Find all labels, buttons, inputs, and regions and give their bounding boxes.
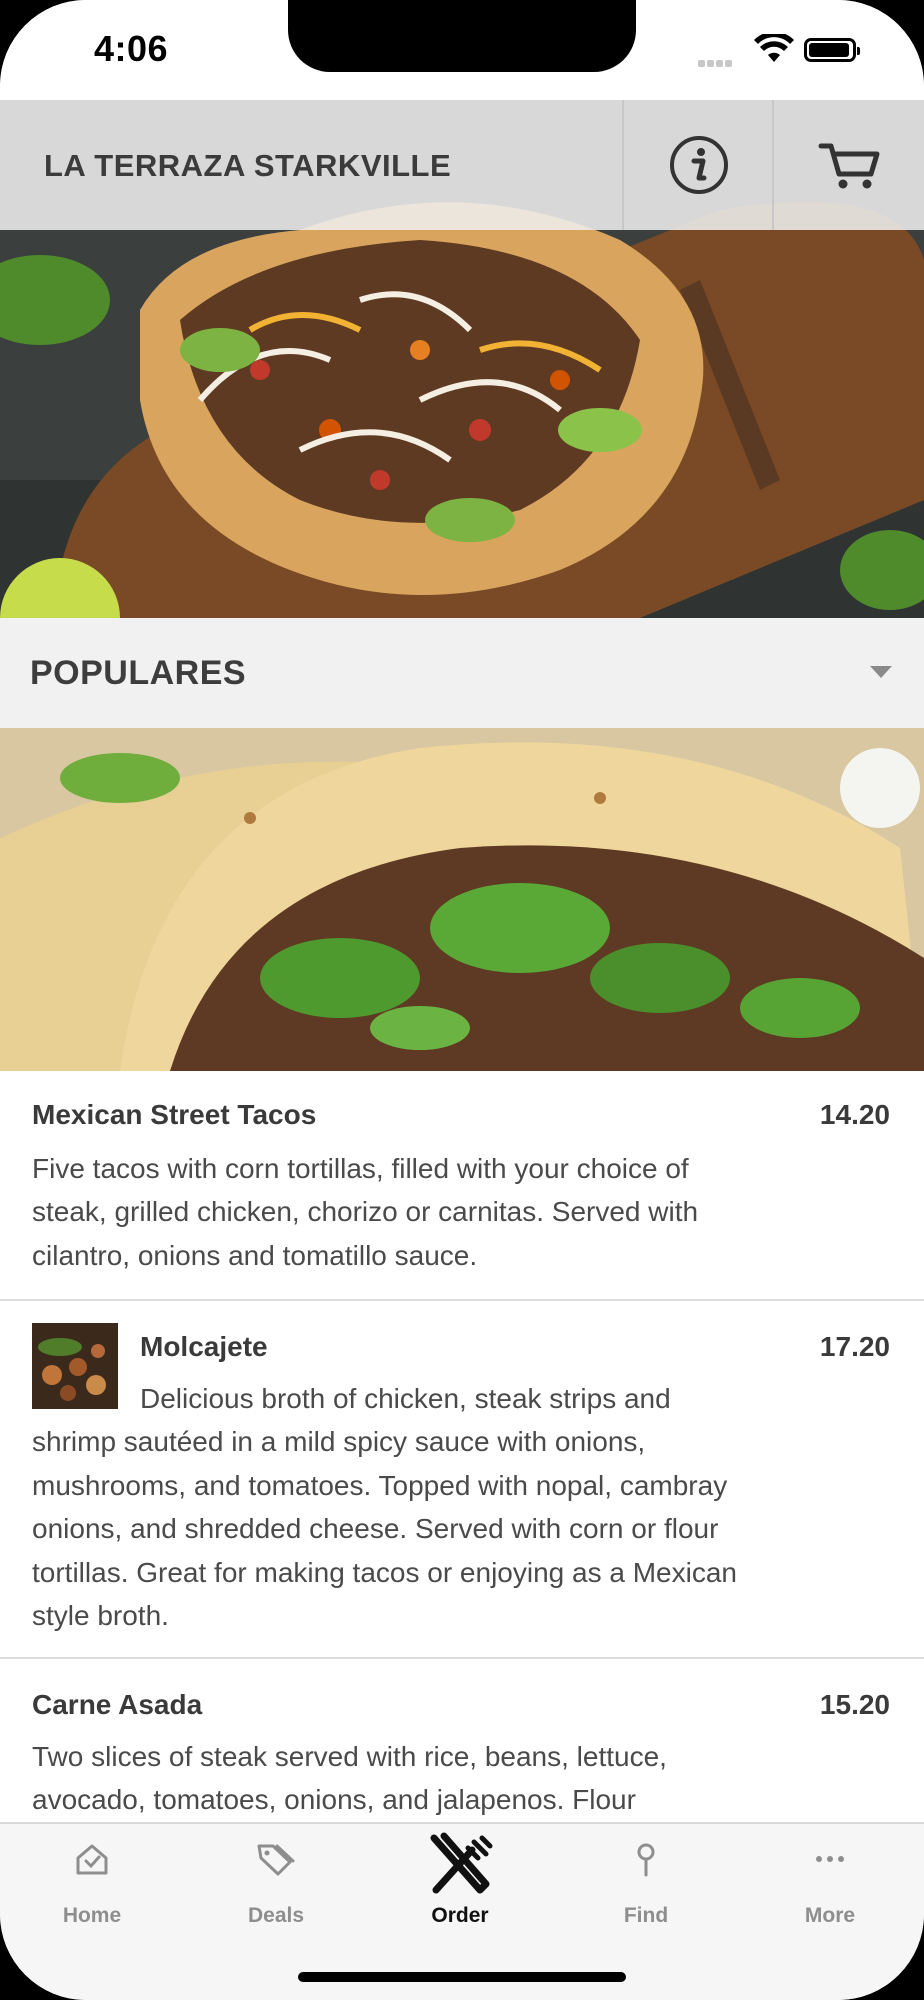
tab-label: More bbox=[804, 1904, 856, 1927]
map-pin-icon bbox=[637, 1843, 655, 1877]
battery-icon bbox=[804, 38, 860, 62]
wifi-icon bbox=[754, 34, 794, 62]
category-title: POPULARES bbox=[30, 654, 247, 692]
item-name: Mexican Street Tacos bbox=[32, 1099, 317, 1130]
tab-home[interactable]: Home bbox=[0, 1824, 184, 1934]
fork-knife-icon bbox=[430, 1832, 493, 1894]
app-screen: 4:06 LA TERRAZA STARKVILLE POPULARES Mex… bbox=[0, 0, 924, 2000]
menu-item-mexican-street-tacos[interactable]: Mexican Street Tacos 14.20 Five tacos wi… bbox=[0, 1071, 924, 1301]
category-banner-image bbox=[0, 728, 924, 1071]
home-icon bbox=[76, 1844, 108, 1875]
tab-label: Find bbox=[623, 1904, 669, 1927]
tab-find[interactable]: Find bbox=[554, 1824, 738, 1934]
menu-item-carne-asada[interactable]: Carne Asada 15.20 Two slices of steak se… bbox=[0, 1659, 924, 1822]
item-price: 15.20 bbox=[819, 1689, 890, 1720]
cart-icon bbox=[818, 143, 880, 189]
item-price: 17.20 bbox=[819, 1331, 890, 1362]
category-header[interactable]: POPULARES bbox=[0, 618, 924, 728]
signal-icon bbox=[698, 54, 734, 72]
chevron-down-icon bbox=[870, 666, 892, 678]
home-indicator bbox=[298, 1972, 626, 1982]
app-header: LA TERRAZA STARKVILLE bbox=[0, 100, 924, 230]
info-icon bbox=[670, 136, 728, 194]
tag-icon bbox=[257, 1844, 295, 1876]
item-description: Two slices of steak served with rice, be… bbox=[32, 1741, 667, 1816]
item-description: Five tacos with corn tortillas, filled w… bbox=[32, 1153, 699, 1271]
tab-order[interactable]: Order bbox=[368, 1824, 552, 1934]
tab-label: Order bbox=[431, 1904, 489, 1927]
item-name: Molcajete bbox=[140, 1331, 268, 1362]
tab-label: Home bbox=[62, 1904, 122, 1927]
menu-item-molcajete[interactable]: Molcajete 17.20 Delicious broth of chick… bbox=[0, 1301, 924, 1659]
tab-deals[interactable]: Deals bbox=[184, 1824, 368, 1934]
tab-label: Deals bbox=[247, 1904, 305, 1927]
tab-more[interactable]: More bbox=[738, 1824, 922, 1934]
device-notch bbox=[288, 0, 636, 72]
status-time: 4:06 bbox=[94, 28, 169, 69]
more-dots-icon bbox=[816, 1856, 844, 1862]
restaurant-name: LA TERRAZA STARKVILLE bbox=[44, 148, 452, 183]
status-bar: 4:06 bbox=[0, 0, 924, 100]
item-name: Carne Asada bbox=[32, 1689, 203, 1720]
item-price: 14.20 bbox=[819, 1099, 890, 1130]
cart-button[interactable] bbox=[774, 100, 924, 230]
item-description: Delicious broth of chicken, steak strips… bbox=[32, 1383, 737, 1632]
info-button[interactable] bbox=[624, 100, 774, 230]
